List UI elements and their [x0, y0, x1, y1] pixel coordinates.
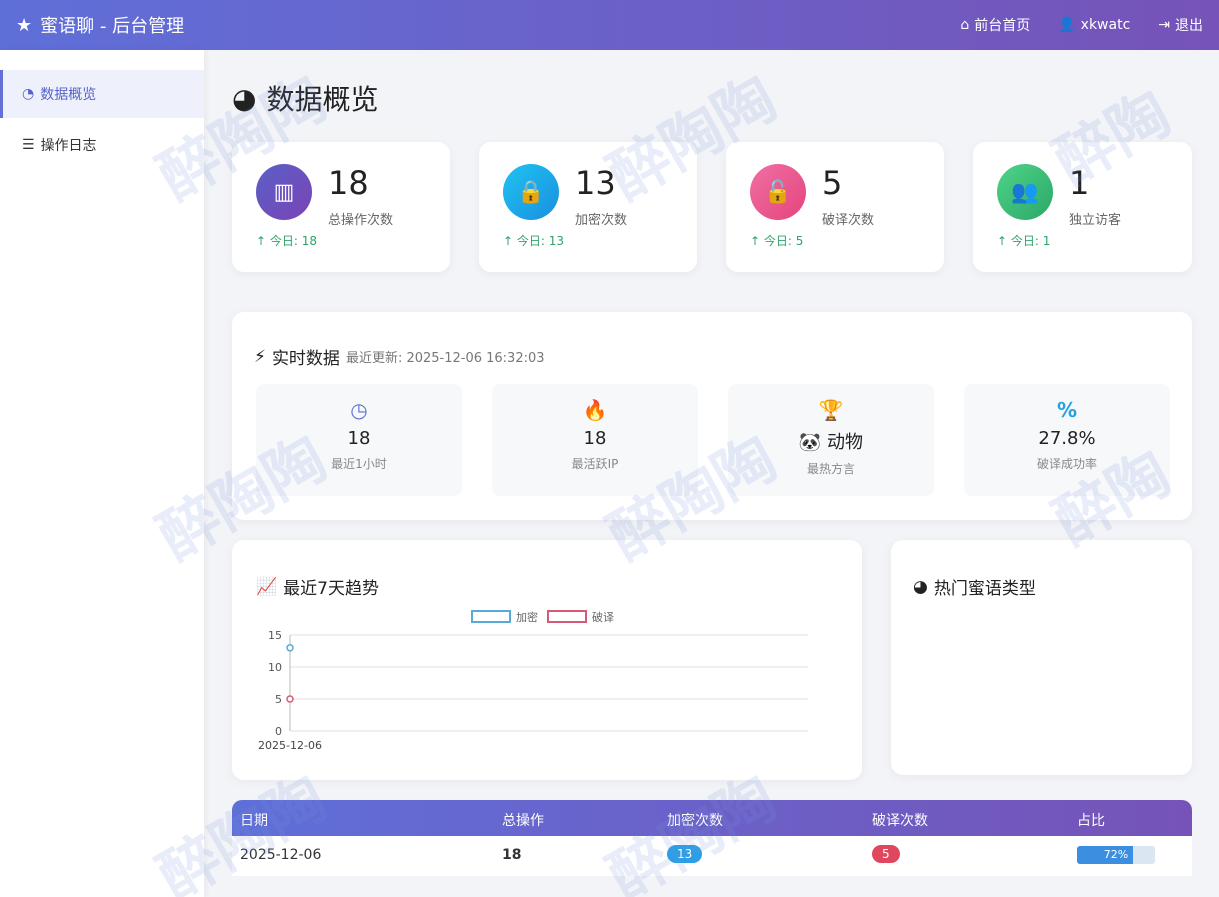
realtime-item-dialect: 🏆 🐼 动物 最热方言: [728, 384, 934, 496]
clock-icon: ◷: [350, 398, 368, 422]
stat-today: ↑ 今日: 1: [997, 234, 1051, 248]
ratio-label: 72%: [1103, 848, 1129, 861]
brand[interactable]: ★ 蜜语聊 - 后台管理: [16, 12, 184, 38]
star-icon: ★: [16, 14, 33, 36]
dashboard-icon: ◔: [22, 86, 35, 102]
stat-card-visitors: 👥 1 独立访客 ↑ 今日: 1: [973, 142, 1192, 272]
col-total[interactable]: 总操作: [502, 810, 544, 830]
page-title: ◕ 数据概览: [232, 81, 379, 117]
legend-label: 破译: [592, 610, 614, 624]
col-ratio[interactable]: 占比: [1077, 810, 1105, 830]
list-icon: ☰: [22, 137, 35, 153]
stat-card-total: ▥ 18 总操作次数 ↑ 今日: 18: [232, 142, 450, 272]
user-link[interactable]: 👤 xkwatc: [1058, 15, 1130, 35]
hot-panel: ◕ 热门蜜语类型: [891, 540, 1192, 775]
stat-label: 独立访客: [1069, 213, 1122, 228]
home-link[interactable]: ⌂ 前台首页: [960, 15, 1030, 35]
trophy-icon: 🏆: [818, 398, 844, 422]
y-tick-label: 15: [268, 629, 282, 642]
bar-chart-icon: ▥: [256, 164, 312, 220]
app-title: 蜜语聊 - 后台管理: [40, 16, 185, 37]
stat-card-encrypt: 🔒 13 加密次数 ↑ 今日: 13: [479, 142, 697, 272]
percent-icon: %: [1056, 398, 1078, 422]
realtime-item-rate: % 27.8% 破译成功率: [964, 384, 1170, 496]
bolt-icon: ⚡: [254, 346, 266, 367]
realtime-panel: ⚡ 实时数据 最近更新: 2025-12-06 16:32:03 ◷ 18 最近…: [232, 312, 1192, 520]
unlock-icon: 🔓: [750, 164, 806, 220]
table-row: 2025-12-06 18 13 5 72%: [232, 836, 1192, 876]
x-tick-label: 2025-12-06: [258, 739, 322, 752]
legend-label: 加密: [516, 610, 538, 624]
table-header: 日期 总操作 加密次数 破译次数 占比: [232, 800, 1192, 836]
stat-value: 13: [575, 164, 616, 202]
last-updated: 最近更新: 2025-12-06 16:32:03: [345, 351, 545, 366]
y-tick-label: 5: [275, 693, 282, 706]
encrypt-badge: 13: [667, 845, 703, 863]
stat-card-decrypt: 🔓 5 破译次数 ↑ 今日: 5: [726, 142, 944, 272]
home-icon: ⌂: [960, 17, 970, 33]
stat-label: 加密次数: [575, 213, 628, 228]
hot-title: ◕ 热门蜜语类型: [913, 576, 1036, 600]
stat-label: 破译次数: [822, 213, 875, 228]
trend-chart: 加密 破译 0 5 10 15 2025-12-06: [258, 610, 808, 752]
decrypt-badge: 5: [872, 845, 900, 863]
stat-value: 5: [822, 164, 843, 202]
y-tick-label: 0: [275, 725, 282, 738]
pie-chart-icon: ◕: [913, 576, 928, 597]
y-tick-label: 10: [268, 661, 282, 674]
user-icon: 👤: [1058, 17, 1076, 33]
data-point: [286, 695, 294, 703]
lock-icon: 🔒: [503, 164, 559, 220]
gauge-icon: ◕: [232, 81, 257, 115]
fire-icon: 🔥: [582, 398, 608, 422]
cell-total: 18: [502, 847, 522, 863]
col-encrypt[interactable]: 加密次数: [667, 810, 723, 830]
logout-link[interactable]: ⇥ 退出: [1158, 15, 1203, 35]
realtime-item-ip: 🔥 18 最活跃IP: [492, 384, 698, 496]
legend-swatch: [547, 610, 587, 623]
stat-today: ↑ 今日: 5: [750, 234, 804, 248]
stat-today: ↑ 今日: 18: [256, 234, 318, 248]
stat-label: 总操作次数: [328, 213, 394, 228]
top-nav: ⌂ 前台首页 👤 xkwatc ⇥ 退出: [960, 15, 1203, 35]
logout-icon: ⇥: [1158, 17, 1170, 33]
col-date[interactable]: 日期: [240, 810, 268, 830]
sidebar: ◔ 数据概览 ☰ 操作日志: [0, 50, 204, 897]
line-chart-icon: 📈: [256, 576, 278, 597]
trend-title: 📈 最近7天趋势: [256, 576, 379, 600]
legend-swatch: [471, 610, 511, 623]
users-icon: 👥: [997, 164, 1053, 220]
sidebar-item-overview[interactable]: ◔ 数据概览: [0, 70, 204, 118]
cell-date: 2025-12-06: [240, 847, 322, 863]
ratio-progress: 72%: [1077, 846, 1155, 864]
realtime-item-hour: ◷ 18 最近1小时: [256, 384, 462, 496]
data-point: [286, 644, 294, 652]
trend-panel: 📈 最近7天趋势 加密 破译 0 5 10 15 2025-12-06: [232, 540, 862, 780]
stat-value: 18: [328, 164, 369, 202]
realtime-title: ⚡ 实时数据 最近更新: 2025-12-06 16:32:03: [254, 346, 545, 370]
stat-value: 1: [1069, 164, 1090, 202]
stat-today: ↑ 今日: 13: [503, 234, 565, 248]
col-decrypt[interactable]: 破译次数: [872, 810, 928, 830]
sidebar-item-logs[interactable]: ☰ 操作日志: [0, 121, 204, 169]
top-bar: ★ 蜜语聊 - 后台管理 ⌂ 前台首页 👤 xkwatc ⇥ 退出: [0, 0, 1219, 50]
